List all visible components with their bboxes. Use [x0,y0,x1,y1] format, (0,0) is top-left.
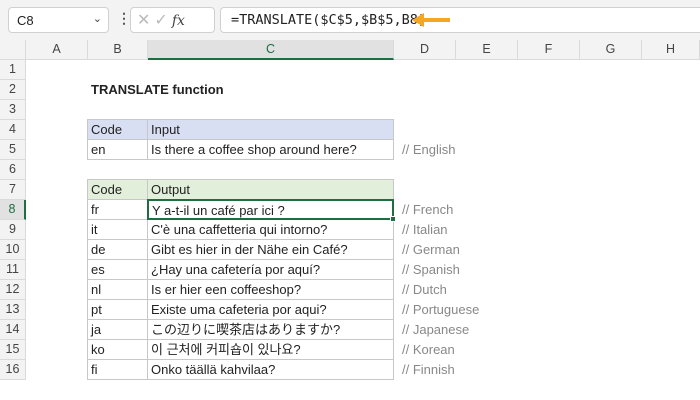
formula-toolbar: C8 ⌄ ⋮ ✕✓fx =TRANSLATE($C$5,$B$5,B8) [0,0,700,40]
comment-language[interactable]: // Korean [394,340,544,360]
comment-language[interactable]: // Dutch [394,280,544,300]
name-box[interactable]: C8 ⌄ [8,7,109,33]
comment-language[interactable]: // French [394,200,544,220]
select-all-corner[interactable] [0,40,26,60]
cancel-icon[interactable]: ✕ [137,12,154,29]
comment-language[interactable]: // German [394,240,544,260]
column-header-a[interactable]: A [26,40,88,60]
row-header-4[interactable]: 4 [0,120,26,140]
row-header-14[interactable]: 14 [0,320,26,340]
output-code[interactable]: nl [87,279,148,300]
row-header-15[interactable]: 15 [0,340,26,360]
row-header-16[interactable]: 16 [0,360,26,380]
row-header-8[interactable]: 8 [0,200,26,220]
input-code[interactable]: en [87,139,148,160]
output-code[interactable]: pt [87,299,148,320]
row-header-1[interactable]: 1 [0,60,26,80]
output-text[interactable]: Is er hier een coffeeshop? [147,279,394,300]
chevron-down-icon[interactable]: ⌄ [93,12,102,25]
output-text[interactable]: 이 근처에 커피숍이 있나요? [147,339,394,360]
output-text[interactable]: Gibt es hier in der Nähe ein Café? [147,239,394,260]
column-header-e[interactable]: E [456,40,518,60]
row-header-12[interactable]: 12 [0,280,26,300]
comment-language[interactable]: // Spanish [394,260,544,280]
output-code[interactable]: de [87,239,148,260]
column-header-g[interactable]: G [580,40,642,60]
output-code[interactable]: fi [87,359,148,380]
comment-language[interactable]: // Italian [394,220,544,240]
input-header-code[interactable]: Code [87,119,148,140]
column-header-b[interactable]: B [88,40,148,60]
input-header-input[interactable]: Input [147,119,394,140]
comment-language[interactable]: // Portuguese [394,300,544,320]
column-header-f[interactable]: F [518,40,580,60]
more-options-icon[interactable]: ⋮ [117,10,131,27]
output-text[interactable]: この辺りに喫茶店はありますか? [147,319,394,340]
row-header-6[interactable]: 6 [0,160,26,180]
row-header-13[interactable]: 13 [0,300,26,320]
output-text[interactable]: Onko täällä kahvilaa? [147,359,394,380]
row-header-5[interactable]: 5 [0,140,26,160]
output-code[interactable]: it [87,219,148,240]
name-box-value: C8 [17,13,34,28]
row-header-3[interactable]: 3 [0,100,26,120]
output-text[interactable]: ¿Hay una cafetería por aquí? [147,259,394,280]
row-header-11[interactable]: 11 [0,260,26,280]
output-text[interactable]: Existe uma cafeteria por aqui? [147,299,394,320]
output-header-code[interactable]: Code [87,179,148,200]
column-header-h[interactable]: H [642,40,700,60]
output-code[interactable]: ja [87,319,148,340]
comment-language[interactable]: // Japanese [394,320,544,340]
comment-language[interactable]: // Finnish [394,360,544,380]
row-header-2[interactable]: 2 [0,80,26,100]
input-text[interactable]: Is there a coffee shop around here? [147,139,394,160]
output-text[interactable]: C'è una caffetteria qui intorno? [147,219,394,240]
fill-handle[interactable] [390,216,396,222]
output-code[interactable]: fr [87,199,148,220]
column-header-c[interactable]: C [148,40,394,60]
row-header-9[interactable]: 9 [0,220,26,240]
comment-english[interactable]: // English [394,140,544,160]
row-header-7[interactable]: 7 [0,180,26,200]
formula-input[interactable]: =TRANSLATE($C$5,$B$5,B8) [220,7,700,33]
output-code[interactable]: es [87,259,148,280]
row-header-10[interactable]: 10 [0,240,26,260]
output-code[interactable]: ko [87,339,148,360]
title-cell[interactable]: TRANSLATE function [88,80,224,100]
column-header-d[interactable]: D [394,40,456,60]
confirm-icon[interactable]: ✓ [154,12,171,29]
arrow-left-icon [412,13,450,27]
output-header-output[interactable]: Output [147,179,394,200]
active-cell-output[interactable]: Y a-t-il un café par ici ? [147,199,394,220]
insert-function-icon[interactable]: fx [172,13,185,29]
formula-buttons: ✕✓fx [130,7,215,33]
